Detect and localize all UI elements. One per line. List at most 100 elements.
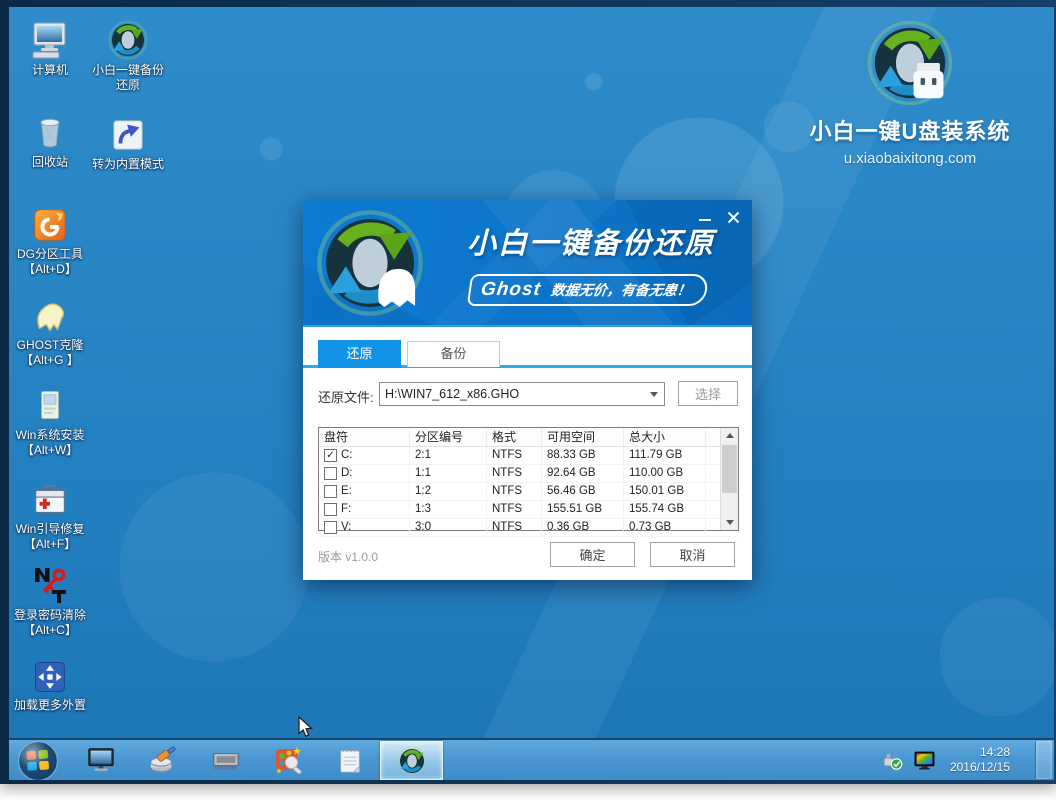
cell-total: 155.74 GB [624, 501, 706, 518]
tab-restore[interactable]: 还原 [318, 340, 401, 368]
column-header-partition[interactable]: 分区编号 [410, 428, 487, 446]
scroll-down-button[interactable] [721, 515, 738, 530]
cell-drive: E: [341, 483, 352, 500]
select-file-button[interactable]: 选择 [678, 381, 738, 406]
ghost-badge-slogan: 数据无价，有备无患！ [549, 280, 692, 300]
brand-title: 小白一键U盘装系统 [767, 114, 1053, 146]
usb-tray-icon[interactable] [882, 751, 904, 776]
brand-block: 小白一键U盘装系统 u.xiaobaixitong.com [767, 19, 1053, 167]
checkbox[interactable] [324, 503, 337, 516]
ghost-badge-word: Ghost [479, 279, 542, 301]
ghost-badge: Ghost 数据无价，有备无患！ [467, 274, 709, 306]
chevron-down-icon [726, 520, 734, 525]
desktop-icon-label: 转为内置模式 [80, 157, 176, 172]
cell-partition: 1:1 [410, 465, 487, 482]
cell-free: 56.46 GB [542, 483, 624, 500]
clock-date: 2016/12/15 [950, 760, 1010, 775]
windows-logo-icon [17, 740, 59, 780]
checkbox-checked[interactable]: ✓ [324, 449, 337, 462]
checkbox[interactable] [324, 521, 337, 534]
computer-icon [30, 20, 70, 60]
cell-free: 88.33 GB [542, 447, 624, 464]
desktop-icon-win-install[interactable]: Win系统安装 【Alt+W】 [10, 383, 90, 458]
scrollbar-thumb[interactable] [722, 445, 737, 493]
cell-total: 111.79 GB [624, 447, 706, 464]
brand-logo-icon [866, 19, 954, 107]
desktop-icon-dg-partition[interactable]: DG分区工具 【Alt+D】 [10, 202, 90, 277]
scroll-up-button[interactable] [721, 428, 738, 443]
taskbar-item-ram[interactable] [208, 744, 244, 776]
tab-backup[interactable]: 备份 [407, 341, 500, 367]
desktop-icon-label: DG分区工具 【Alt+D】 [10, 247, 90, 277]
desktop-icon-backup-restore[interactable]: 小白一键备份 还原 [80, 18, 176, 93]
window-banner: 小白一键备份还原 Ghost 数据无价，有备无患！ [303, 200, 752, 327]
repair-toolbox-icon [30, 481, 70, 519]
cell-free: 0.36 GB [542, 519, 624, 536]
cell-format: NTFS [487, 501, 542, 518]
minimize-button[interactable] [694, 208, 716, 226]
checkbox[interactable] [324, 467, 337, 480]
table-row[interactable]: ✓C: 2:1 NTFS 88.33 GB 111.79 GB [319, 447, 738, 465]
version-label: 版本 v1.0.0 [318, 548, 378, 565]
cell-drive: C: [341, 447, 353, 464]
screen-frame: 计算机 小白一键备份 还原 回收站 转为内置模式 DG分区工具 【Alt+D】 [0, 0, 1056, 784]
close-button[interactable] [722, 208, 744, 226]
table-row[interactable]: E: 1:2 NTFS 56.46 GB 150.01 GB [319, 483, 738, 501]
clock[interactable]: 14:28 2016/12/15 [950, 745, 1010, 775]
recycle-bin-icon [31, 112, 69, 152]
display-color-tray-icon[interactable] [913, 750, 936, 776]
taskbar-item-notepad[interactable] [332, 744, 368, 776]
start-button[interactable] [17, 740, 59, 780]
desktop-icon-password-clear[interactable]: 登录密码清除 【Alt+C】 [10, 563, 90, 638]
desktop: 计算机 小白一键备份 还原 回收站 转为内置模式 DG分区工具 【Alt+D】 [9, 7, 1054, 780]
cancel-button[interactable]: 取消 [650, 542, 735, 567]
expand-arrows-icon [32, 659, 68, 695]
cell-partition: 2:1 [410, 447, 487, 464]
table-row[interactable]: V: 3:0 NTFS 0.36 GB 0.73 GB [319, 519, 738, 537]
taskbar-item-disk-cleanup[interactable] [145, 744, 181, 776]
desktop-icon-label: 小白一键备份 还原 [80, 63, 176, 93]
taskbar-item-display[interactable] [83, 744, 119, 776]
combo-dropdown-button[interactable] [646, 385, 662, 403]
table-header: 盘符 分区编号 格式 可用空间 总大小 [319, 428, 738, 447]
table-scrollbar[interactable] [720, 428, 738, 530]
cell-drive: V: [341, 519, 351, 536]
restore-file-value: H:\WIN7_612_x86.GHO [385, 387, 519, 401]
desktop-icon-computer[interactable]: 计算机 [10, 18, 90, 78]
cell-partition: 1:2 [410, 483, 487, 500]
desktop-icon-load-more[interactable]: 加载更多外置 [10, 653, 90, 713]
table-row[interactable]: D: 1:1 NTFS 92.64 GB 110.00 GB [319, 465, 738, 483]
taskbar-item-paint-tool[interactable] [270, 744, 306, 776]
cell-free: 155.51 GB [542, 501, 624, 518]
disk-cleanup-icon [147, 745, 179, 775]
desktop-icon-ghost-clone[interactable]: GHOST克隆 【Alt+G 】 [10, 293, 90, 368]
restore-file-combobox[interactable]: H:\WIN7_612_x86.GHO [379, 382, 665, 406]
cell-free: 92.64 GB [542, 465, 624, 482]
tab-bar: 还原 备份 [303, 327, 752, 368]
show-desktop-button[interactable] [1035, 741, 1052, 779]
minimize-icon [699, 219, 711, 221]
column-header-drive[interactable]: 盘符 [319, 428, 410, 446]
column-header-free[interactable]: 可用空间 [542, 428, 624, 446]
checkbox[interactable] [324, 485, 337, 498]
notepad-icon [335, 745, 365, 775]
app-logo-icon [397, 746, 427, 776]
column-header-format[interactable]: 格式 [487, 428, 542, 446]
desktop-icon-internal-mode[interactable]: 转为内置模式 [80, 112, 176, 172]
cell-partition: 3:0 [410, 519, 487, 536]
paint-tool-icon [272, 744, 304, 776]
desktop-icon-recycle-bin[interactable]: 回收站 [10, 110, 90, 170]
cell-partition: 1:3 [410, 501, 487, 518]
desktop-icon-label: 登录密码清除 【Alt+C】 [10, 608, 90, 638]
brand-url: u.xiaobaixitong.com [767, 150, 1053, 167]
taskbar-item-backup-restore-active[interactable] [380, 741, 443, 780]
cell-drive: D: [341, 465, 353, 482]
backup-restore-window: 小白一键备份还原 Ghost 数据无价，有备无患！ 还原 备份 还原文件: [303, 200, 752, 580]
column-header-total[interactable]: 总大小 [624, 428, 706, 446]
desktop-icon-label: 回收站 [10, 155, 90, 170]
display-icon [85, 745, 117, 775]
cell-format: NTFS [487, 483, 542, 500]
desktop-icon-boot-repair[interactable]: Win引导修复 【Alt+F】 [10, 477, 90, 552]
ok-button[interactable]: 确定 [550, 542, 635, 567]
table-row[interactable]: F: 1:3 NTFS 155.51 GB 155.74 GB [319, 501, 738, 519]
